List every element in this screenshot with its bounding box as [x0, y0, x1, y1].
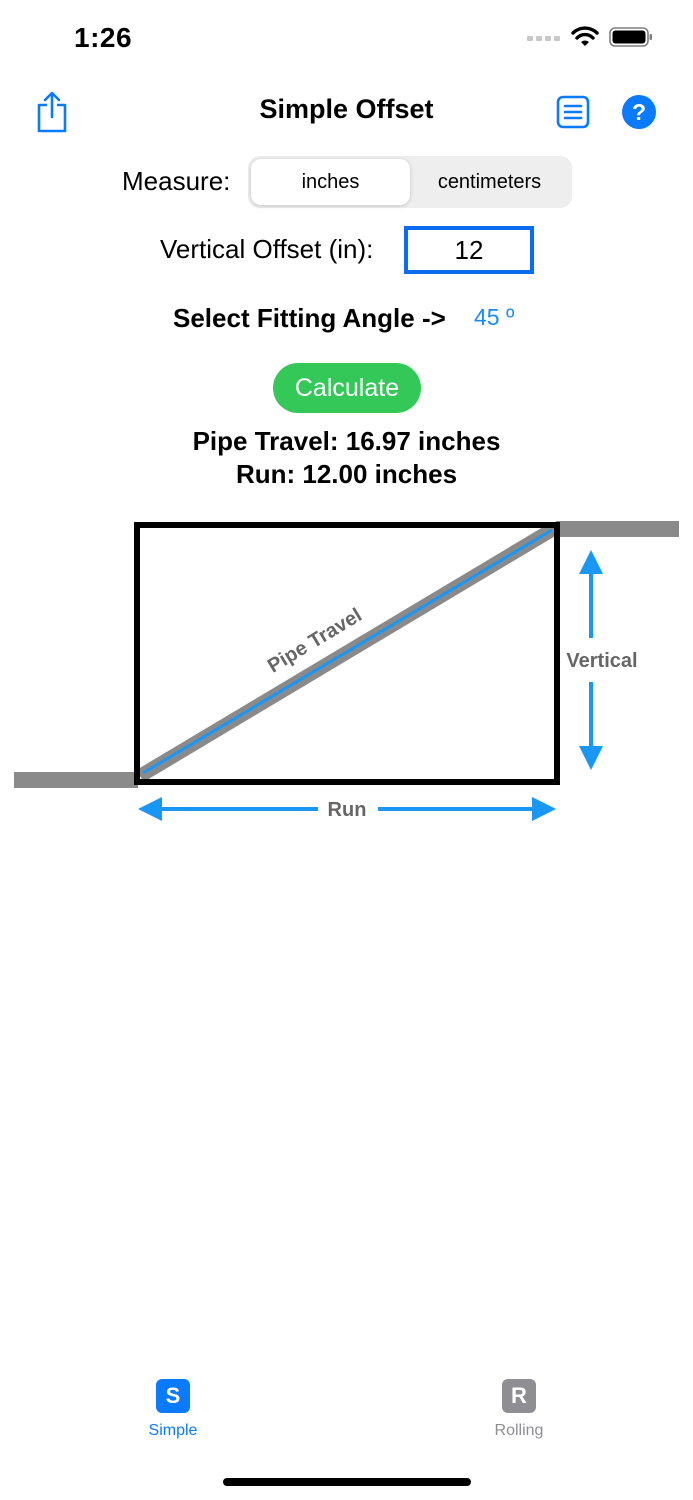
run-label: Run: [328, 799, 367, 821]
help-icon: ?: [622, 95, 656, 129]
list-icon: [556, 95, 590, 129]
simple-tab-icon: S: [156, 1379, 190, 1413]
signal-icon: [527, 36, 560, 41]
segment-inches[interactable]: inches: [251, 159, 410, 205]
tab-simple[interactable]: S Simple: [103, 1379, 243, 1440]
fitting-angle-picker[interactable]: 45 º: [474, 304, 514, 331]
home-indicator: [223, 1478, 471, 1486]
tab-rolling-label: Rolling: [494, 1422, 544, 1439]
battery-icon: [609, 27, 652, 47]
unit-segmented-control[interactable]: inches centimeters: [248, 156, 572, 208]
pipe-centerline: [142, 528, 553, 775]
status-time: 1:26: [74, 22, 133, 53]
status-icons: [527, 26, 653, 48]
calculate-button[interactable]: Calculate: [273, 363, 421, 413]
svg-text:?: ?: [632, 99, 646, 125]
pipe-travel-result: Pipe Travel: 16.97 inches: [192, 426, 501, 456]
wifi-icon: [571, 26, 599, 46]
vertical-offset-input[interactable]: [404, 226, 534, 274]
offset-diagram: Pipe Travel Vertical Run: [14, 521, 679, 821]
segment-centimeters[interactable]: centimeters: [410, 159, 569, 205]
run-result: Run: 12.00 inches: [235, 459, 458, 489]
rolling-tab-icon: R: [502, 1379, 536, 1413]
list-button[interactable]: [555, 94, 591, 130]
tab-rolling[interactable]: R Rolling: [449, 1379, 589, 1440]
tab-simple-label: Simple: [148, 1422, 198, 1439]
vertical-offset-label: Vertical Offset (in):: [160, 234, 374, 264]
measure-label: Measure:: [122, 166, 231, 196]
fitting-angle-label: Select Fitting Angle ->: [173, 303, 446, 333]
help-button[interactable]: ?: [621, 94, 657, 130]
vertical-label: Vertical: [566, 650, 637, 672]
